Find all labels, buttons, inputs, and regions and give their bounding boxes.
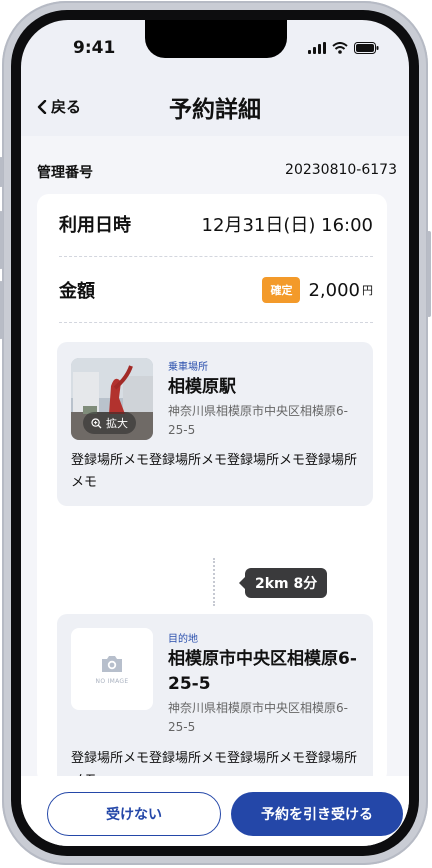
bottom-action-bar: 受けない 予約を引き受ける bbox=[21, 776, 409, 846]
phone-screen: 9:41 戻る 予約詳細 管理番号 20230810-6173 利用日時 12月… bbox=[21, 20, 409, 846]
management-number-row: 管理番号 20230810-6173 bbox=[37, 162, 397, 182]
mute-switch bbox=[0, 157, 3, 187]
destination-name: 相模原市中央区相模原6-25-5 bbox=[168, 649, 357, 694]
no-image-label: NO IMAGE bbox=[95, 677, 129, 685]
management-number-value: 20230810-6173 bbox=[285, 162, 397, 178]
accept-reservation-button[interactable]: 予約を引き受ける bbox=[231, 792, 403, 836]
status-badge: 確定 bbox=[262, 277, 301, 303]
no-image-placeholder: NO IMAGE bbox=[71, 628, 153, 710]
datetime-row: 利用日時 12月31日(日) 16:00 bbox=[59, 208, 373, 240]
volume-down-button bbox=[0, 281, 3, 339]
amount-label: 金額 bbox=[59, 281, 95, 302]
status-bar: 9:41 bbox=[21, 20, 409, 70]
amount-group: 確定 2,000 円 bbox=[262, 277, 373, 303]
zoom-in-icon bbox=[91, 417, 102, 428]
distance-time-tooltip: 2km 8分 bbox=[238, 568, 328, 598]
amount-row: 金額 確定 2,000 円 bbox=[59, 274, 373, 306]
page-title: 予約詳細 bbox=[169, 97, 261, 123]
divider bbox=[59, 322, 373, 323]
divider bbox=[59, 256, 373, 257]
route-connector bbox=[213, 558, 215, 606]
volume-up-button bbox=[0, 211, 3, 269]
destination-info: 目的地 相模原市中央区相模原6-25-5 神奈川県相模原市中央区相模原6-25-… bbox=[168, 630, 361, 737]
main-content[interactable]: 管理番号 20230810-6173 利用日時 12月31日(日) 16:00 … bbox=[21, 136, 409, 804]
status-time: 9:41 bbox=[73, 38, 116, 58]
reservation-card: 利用日時 12月31日(日) 16:00 金額 確定 2,000 円 拡大 乗車… bbox=[37, 194, 387, 804]
zoom-button[interactable]: 拡大 bbox=[83, 412, 136, 434]
cellular-signal-icon bbox=[308, 42, 326, 54]
pickup-memo: 登録場所メモ登録場所メモ登録場所メモ登録場所メモ bbox=[71, 453, 358, 490]
pickup-category: 乗車場所 bbox=[168, 362, 208, 373]
wifi-icon bbox=[332, 42, 348, 54]
nav-header: 戻る 予約詳細 bbox=[21, 78, 409, 134]
destination-address: 神奈川県相模原市中央区相模原6-25-5 bbox=[168, 701, 348, 734]
phone-frame: 9:41 戻る 予約詳細 管理番号 20230810-6173 利用日時 12月… bbox=[0, 1, 431, 865]
pickup-card: 拡大 乗車場所 相模原駅 神奈川県相模原市中央区相模原6-25-5 登録場所メモ… bbox=[57, 342, 373, 506]
power-button bbox=[427, 231, 431, 317]
battery-icon bbox=[354, 42, 379, 54]
notch bbox=[145, 20, 287, 58]
zoom-label: 拡大 bbox=[106, 417, 128, 430]
pickup-info: 乗車場所 相模原駅 神奈川県相模原市中央区相模原6-25-5 bbox=[168, 358, 361, 440]
destination-category: 目的地 bbox=[168, 634, 198, 645]
pickup-name: 相模原駅 bbox=[168, 377, 236, 397]
pickup-photo[interactable]: 拡大 bbox=[71, 358, 153, 440]
phone-bezel: 9:41 戻る 予約詳細 管理番号 20230810-6173 利用日時 12月… bbox=[11, 10, 419, 856]
amount-unit: 円 bbox=[362, 284, 373, 297]
pickup-address: 神奈川県相模原市中央区相模原6-25-5 bbox=[168, 404, 348, 437]
status-icons bbox=[308, 42, 379, 54]
datetime-value: 12月31日(日) 16:00 bbox=[201, 215, 373, 236]
camera-icon bbox=[102, 655, 122, 672]
amount-value: 2,000 bbox=[308, 279, 360, 301]
datetime-label: 利用日時 bbox=[59, 215, 131, 236]
management-number-label: 管理番号 bbox=[37, 165, 93, 181]
decline-button[interactable]: 受けない bbox=[47, 792, 221, 836]
